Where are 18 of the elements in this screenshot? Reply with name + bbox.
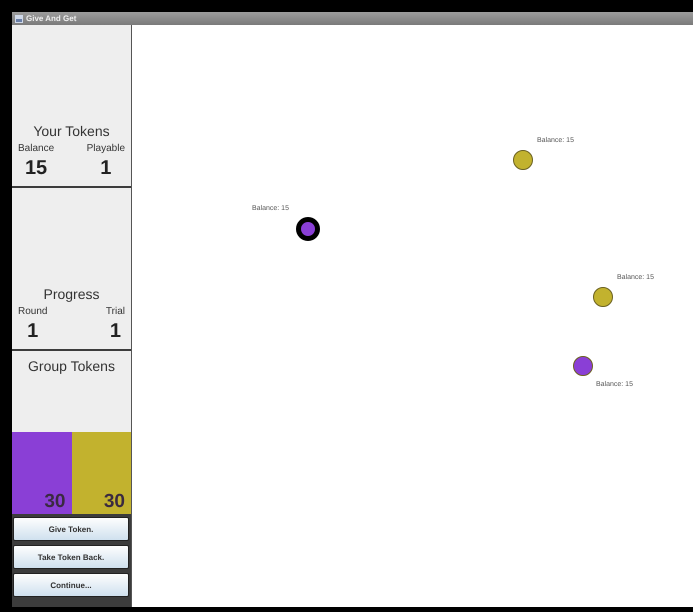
stat-value: 1 <box>100 157 112 180</box>
window-title: Give And Get <box>26 14 76 23</box>
stat-value: 1 <box>110 320 122 343</box>
section-title: Your Tokens <box>33 123 110 139</box>
action-button[interactable]: Give Token. <box>13 517 129 541</box>
action-button[interactable]: Continue... <box>13 573 129 597</box>
stat-value: 1 <box>27 320 38 343</box>
section-title: Progress <box>43 286 100 302</box>
group-token-count: 30 <box>44 491 66 513</box>
section-title: Group Tokens <box>27 358 116 374</box>
stat-value: 15 <box>24 157 48 180</box>
stat-label: Playable <box>86 143 125 154</box>
stat-label: Round <box>18 306 48 317</box>
app-icon <box>15 14 23 22</box>
stat-label: Trial <box>106 306 125 317</box>
group-token-count: 30 <box>104 491 125 513</box>
stat-label: Balance <box>18 143 54 154</box>
action-button[interactable]: Take Token Back. <box>13 545 129 569</box>
